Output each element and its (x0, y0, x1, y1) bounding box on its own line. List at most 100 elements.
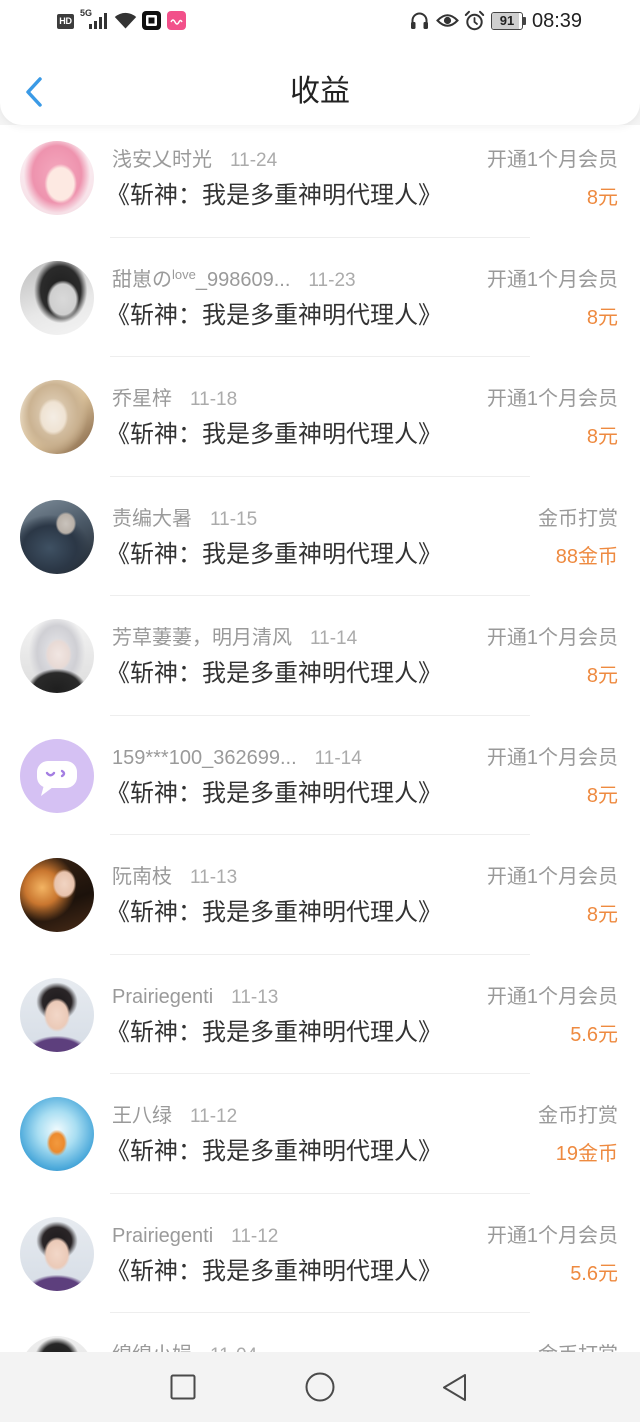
income-amount: 88金币 (555, 545, 618, 568)
income-list[interactable]: 浅安乂时光 11-24 《斩神：我是多重神明代理人》 开通1个月会员 8元 甜崽の… (0, 125, 640, 1352)
user-name: 甜崽のlove_998609... (112, 266, 291, 291)
recent-apps-icon (170, 1374, 196, 1400)
app-icon (142, 11, 161, 30)
back-nav-button[interactable] (441, 1373, 469, 1402)
wifi-icon (114, 12, 137, 29)
avatar[interactable] (20, 977, 94, 1052)
list-item[interactable]: 绵绵小娟 11-04 金币打赏 (0, 1313, 640, 1352)
avatar[interactable] (20, 1097, 94, 1171)
income-amount: 8元 (586, 187, 618, 209)
user-name: Prairiegenti (112, 985, 214, 1008)
battery-level: 91 (499, 13, 515, 28)
list-item[interactable]: 浅安乂时光 11-24 《斩神：我是多重神明代理人》 开通1个月会员 8元 (0, 125, 640, 238)
page-title: 收益 (290, 75, 350, 108)
back-icon (443, 1374, 466, 1401)
avatar[interactable] (20, 141, 94, 215)
date: 11-13 (231, 986, 279, 1008)
avatar[interactable] (20, 858, 94, 932)
income-amount: 8元 (586, 665, 618, 687)
user-name: 159***100_362699... (112, 746, 297, 769)
income-type: 开通1个月会员 (486, 268, 618, 291)
user-name: 王八绿 (112, 1105, 172, 1127)
avatar[interactable] (20, 619, 94, 693)
book-title: 《斩神：我是多重神明代理人》 (106, 301, 442, 329)
date: 11-14 (310, 628, 358, 649)
user-name: 绵绵小娟 (112, 1344, 192, 1352)
income-type: 开通1个月会员 (486, 149, 618, 171)
list-item[interactable]: 芳草萋萋，明月清风 11-14 《斩神：我是多重神明代理人》 开通1个月会员 8元 (0, 596, 640, 716)
app-icon (167, 11, 186, 30)
list-item[interactable]: 王八绿 11-12 《斩神：我是多重神明代理人》 金币打赏 19金币 (0, 1074, 640, 1194)
list-item[interactable]: 甜崽のlove_998609... 11-23 《斩神：我是多重神明代理人》 开通… (0, 238, 640, 357)
income-amount: 5.6元 (570, 1262, 618, 1285)
income-amount: 5.6元 (570, 1023, 618, 1046)
list-item[interactable]: 责编大暑 11-15 《斩神：我是多重神明代理人》 金币打赏 88金币 (0, 477, 640, 596)
user-name: Prairiegenti (112, 1224, 214, 1247)
user-name: 乔星梓 (112, 388, 172, 410)
book-title: 《斩神：我是多重神明代理人》 (106, 1257, 442, 1285)
income-amount: 19金币 (555, 1143, 618, 1165)
avatar[interactable] (20, 1216, 94, 1291)
income-amount: 8元 (586, 784, 618, 807)
book-title: 《斩神：我是多重神明代理人》 (106, 899, 442, 926)
list-item[interactable]: Prairiegenti 11-12 《斩神：我是多重神明代理人》 开通1个月会员… (0, 1194, 640, 1313)
home-icon (305, 1372, 335, 1402)
book-title: 《斩神：我是多重神明代理人》 (106, 1018, 442, 1046)
avatar[interactable] (20, 380, 94, 454)
income-amount: 8元 (586, 426, 618, 448)
income-type: 金币打赏 (538, 1343, 618, 1352)
user-name-suffix: _998609... (195, 268, 291, 291)
income-type: 开通1个月会员 (486, 627, 618, 649)
list-item[interactable]: Prairiegenti 11-13 《斩神：我是多重神明代理人》 开通1个月会员… (0, 955, 640, 1074)
book-title: 《斩神：我是多重神明代理人》 (106, 182, 442, 209)
book-title: 《斩神：我是多重神明代理人》 (106, 660, 442, 687)
list-item[interactable]: 阮南枝 11-13 《斩神：我是多重神明代理人》 开通1个月会员 8元 (0, 835, 640, 955)
user-name: 浅安乂时光 (112, 149, 212, 171)
income-type: 开通1个月会员 (486, 1224, 618, 1247)
avatar[interactable] (20, 1336, 94, 1352)
book-title: 《斩神：我是多重神明代理人》 (106, 421, 442, 448)
list-item[interactable]: 159***100_362699... 11-14 《斩神：我是多重神明代理人》 … (0, 716, 640, 835)
income-type: 开通1个月会员 (486, 866, 618, 888)
book-title: 《斩神：我是多重神明代理人》 (106, 1138, 442, 1165)
user-name: 阮南枝 (112, 866, 172, 888)
battery-icon: 91 (491, 12, 523, 30)
avatar[interactable] (20, 738, 94, 813)
book-title: 《斩神：我是多重神明代理人》 (106, 540, 442, 568)
date: 11-12 (190, 1106, 238, 1127)
recent-apps-button[interactable] (170, 1374, 196, 1400)
battery-nub (523, 17, 526, 25)
hd-label: HD (59, 16, 72, 26)
income-type: 开通1个月会员 (486, 746, 618, 769)
date: 11-24 (230, 150, 278, 171)
income-type: 金币打赏 (538, 1105, 618, 1127)
date: 11-14 (314, 747, 362, 769)
date: 11-13 (190, 867, 238, 888)
user-name-main: 甜崽の (112, 268, 172, 291)
list-item[interactable]: 乔星梓 11-18 《斩神：我是多重神明代理人》 开通1个月会员 8元 (0, 357, 640, 477)
date: 11-18 (190, 389, 238, 410)
user-name-superscript: love (172, 266, 196, 282)
income-type: 开通1个月会员 (486, 985, 618, 1008)
system-nav-bar (0, 1352, 640, 1422)
date: 11-12 (231, 1225, 279, 1247)
user-name: 责编大暑 (112, 507, 192, 530)
hd-icon: HD (57, 14, 74, 29)
date: 11-15 (210, 508, 258, 530)
clock: 08:39 (532, 10, 583, 32)
eye-icon (436, 14, 459, 27)
date: 11-23 (308, 269, 356, 291)
income-type: 金币打赏 (538, 507, 618, 530)
user-name: 芳草萋萋，明月清风 (112, 627, 292, 649)
avatar[interactable] (20, 499, 94, 574)
chat-bubble-icon (37, 760, 77, 796)
income-amount: 8元 (586, 306, 618, 329)
income-amount: 8元 (586, 904, 618, 926)
avatar[interactable] (20, 260, 94, 335)
book-title: 《斩神：我是多重神明代理人》 (106, 779, 442, 807)
home-button[interactable] (305, 1372, 335, 1402)
date: 11-04 (210, 1345, 257, 1352)
income-type: 开通1个月会员 (486, 388, 618, 410)
headphones-icon (411, 12, 428, 29)
alarm-icon (464, 10, 485, 31)
